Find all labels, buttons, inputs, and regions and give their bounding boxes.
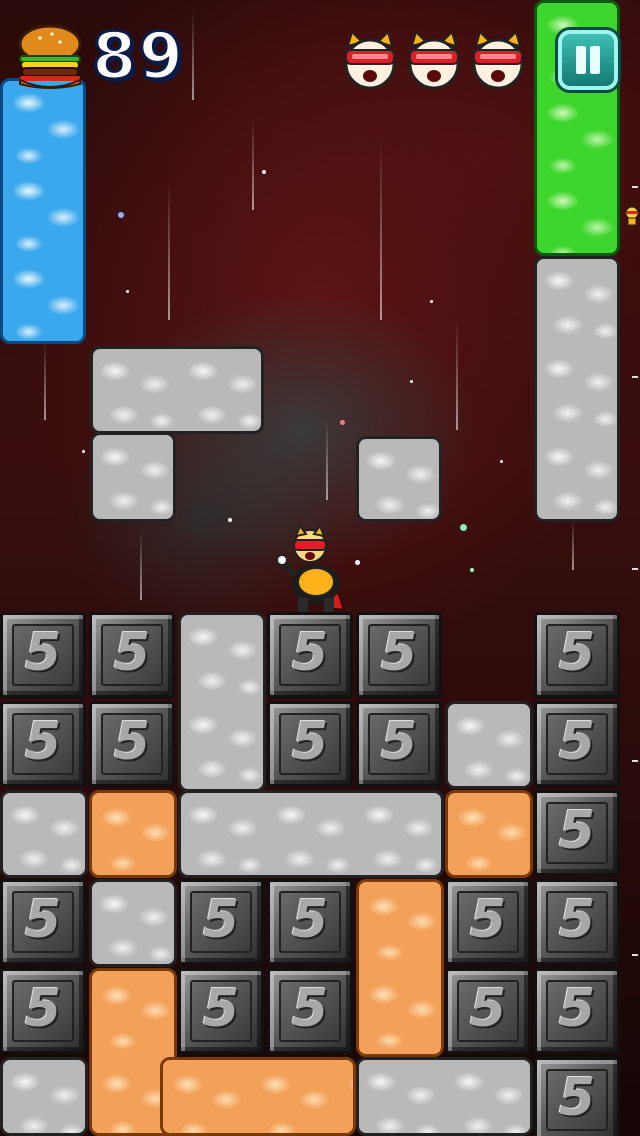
numbered-block: 5	[534, 701, 620, 787]
numbered-block: 5	[89, 612, 175, 698]
hero-face-icon	[472, 30, 524, 90]
numbered-block: 5	[534, 1057, 620, 1136]
orange-wide-block	[160, 1057, 356, 1136]
numbered-block: 5	[445, 968, 531, 1054]
numbered-block: 5	[356, 701, 442, 787]
score-counter: 89	[90, 19, 186, 96]
numbered-block: 5	[267, 879, 353, 965]
numbered-block: 5	[89, 701, 175, 787]
numbered-block: 5	[267, 701, 353, 787]
numbered-block: 5	[0, 968, 86, 1054]
numbered-block: 5	[534, 879, 620, 965]
stone-block	[445, 701, 533, 789]
orange-block	[89, 790, 177, 878]
numbered-block: 5	[0, 612, 86, 698]
numbered-block: 5	[267, 968, 353, 1054]
numbered-block: 5	[178, 879, 264, 965]
stone-l-block-bottom	[90, 432, 176, 522]
hero-face-icon	[408, 30, 460, 90]
stone-l-block-top	[90, 346, 264, 434]
numbered-block: 5	[267, 612, 353, 698]
numbered-block: 5	[445, 879, 531, 965]
hero-face-icon	[344, 30, 396, 90]
progress-marker-icon	[625, 206, 639, 226]
player-character[interactable]	[272, 522, 364, 614]
stone-block	[0, 790, 88, 878]
pause-button[interactable]	[558, 30, 618, 90]
orange-block	[445, 790, 533, 878]
burger-icon	[18, 24, 82, 89]
ice-column	[0, 78, 86, 344]
stone-wide-block-bottom	[356, 1057, 533, 1136]
stone-block	[0, 1057, 88, 1136]
numbered-block: 5	[178, 968, 264, 1054]
game-stage[interactable]: 5 5 5 5 5 5 5 5 5 5 5 5 5 5 5 5 5 5 5 5 …	[0, 0, 640, 1136]
numbered-block: 5	[534, 612, 620, 698]
numbered-block: 5	[534, 968, 620, 1054]
orange-column-block	[356, 879, 444, 1057]
stone-wide-block	[178, 790, 444, 878]
stone-column-right	[534, 256, 620, 522]
stone-small-block	[356, 436, 442, 522]
numbered-block: 5	[0, 879, 86, 965]
stone-block	[178, 612, 266, 792]
numbered-block: 5	[356, 612, 442, 698]
numbered-block: 5	[534, 790, 620, 876]
stone-block	[89, 879, 177, 967]
numbered-block: 5	[0, 701, 86, 787]
